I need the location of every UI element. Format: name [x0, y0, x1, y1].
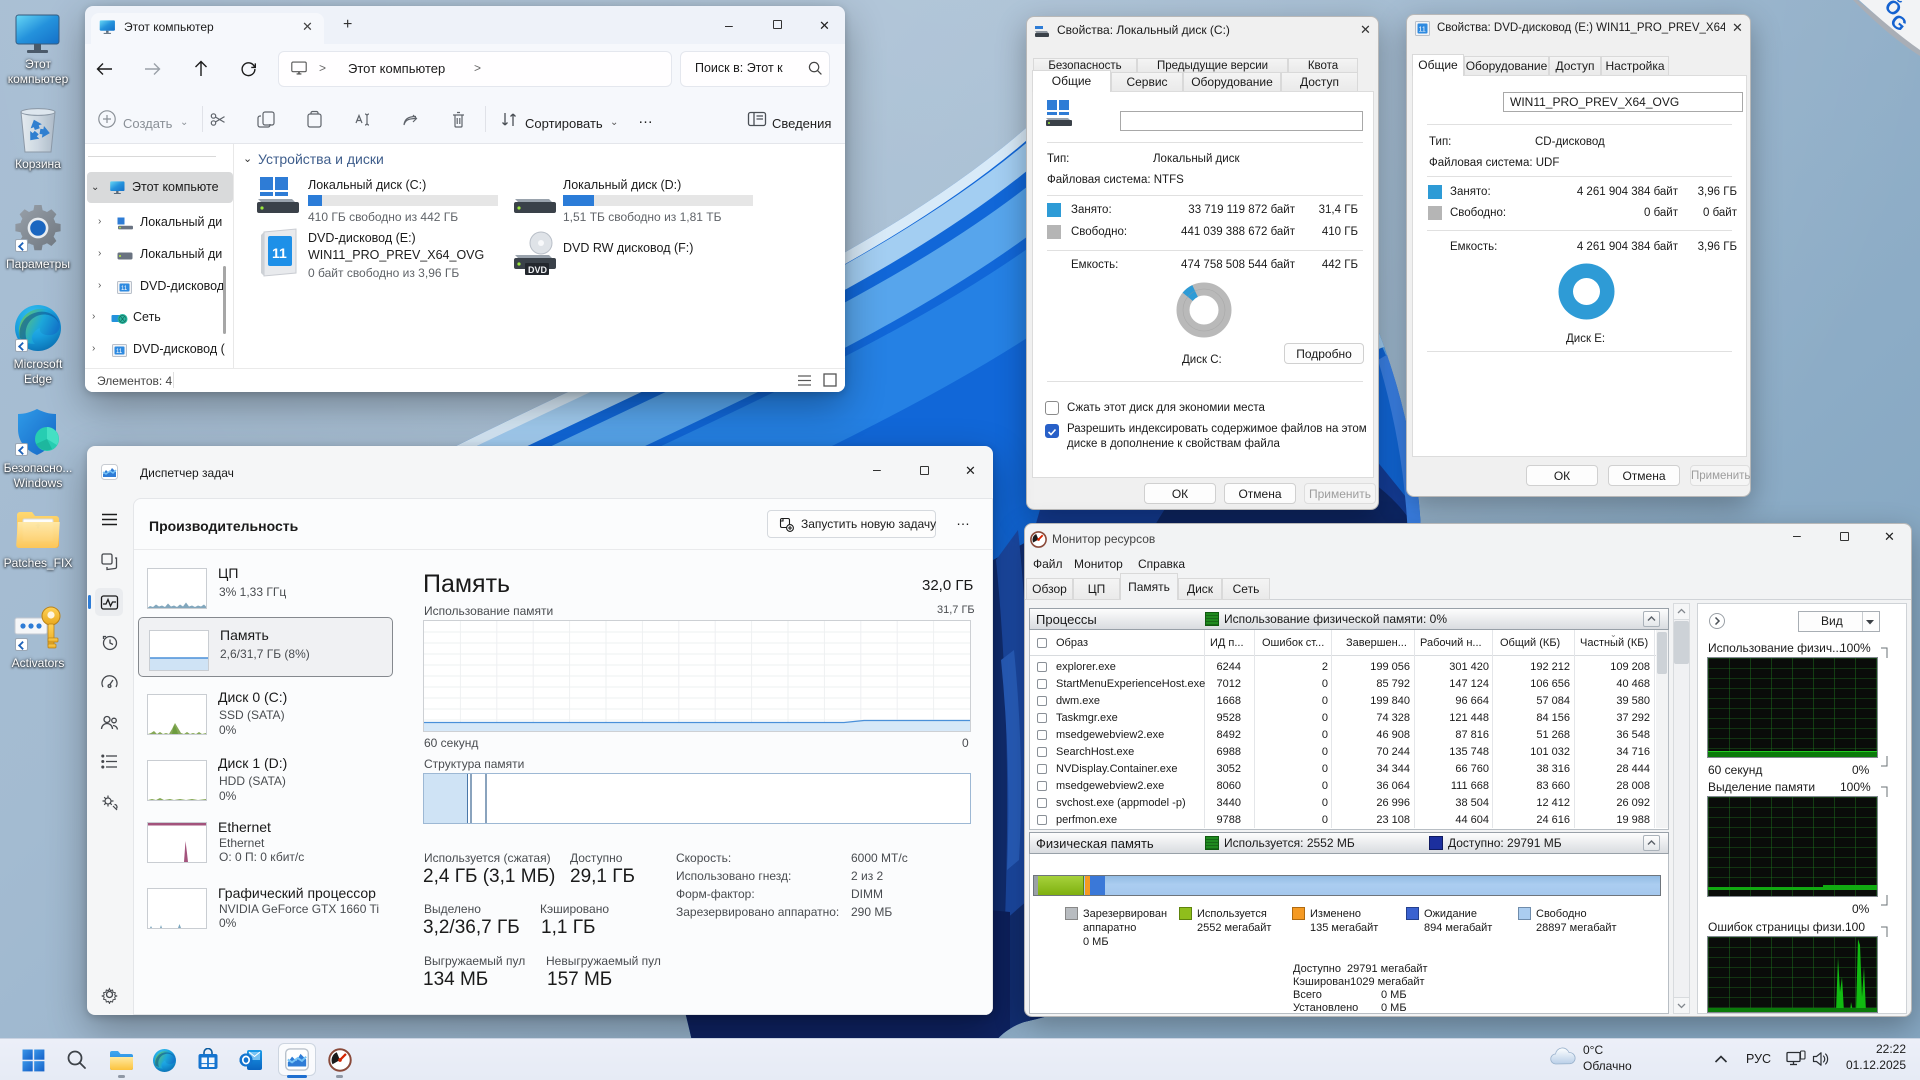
- svg-text:11: 11: [272, 245, 287, 261]
- svg-text:11: 11: [116, 349, 123, 355]
- svg-text:11: 11: [121, 286, 128, 292]
- svg-text:11: 11: [1419, 27, 1426, 34]
- svg-text:DVD: DVD: [528, 265, 548, 275]
